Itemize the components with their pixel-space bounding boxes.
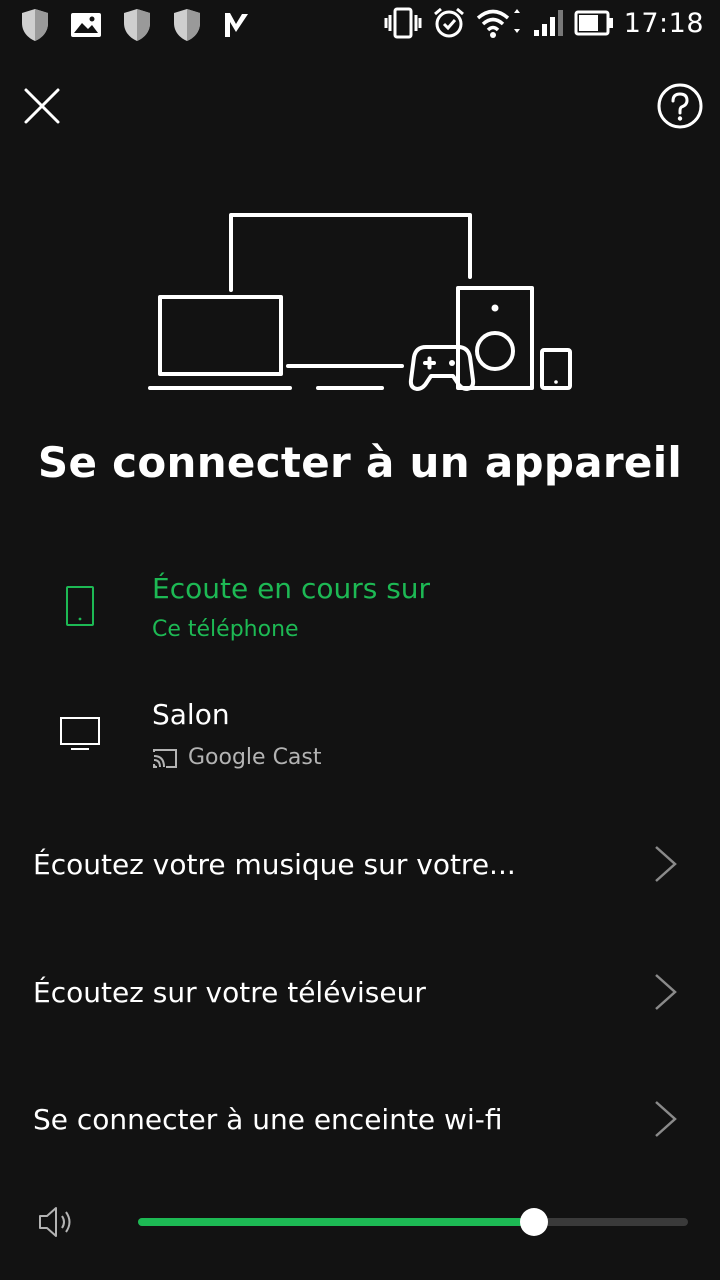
option-listen-on-device[interactable]: Écoutez votre musique sur votre...	[0, 824, 720, 904]
option-listen-on-tv[interactable]: Écoutez sur votre téléviseur	[0, 952, 720, 1032]
shield-icon	[20, 8, 50, 42]
cast-icon	[153, 748, 177, 768]
volume-fill	[138, 1218, 534, 1226]
shield-icon	[122, 8, 152, 42]
help-button[interactable]	[656, 82, 704, 130]
close-icon	[24, 88, 60, 124]
status-time: 17:18	[623, 7, 704, 39]
tv-icon	[60, 717, 100, 750]
chevron-right-icon	[655, 1101, 677, 1137]
device-title: Salon	[152, 698, 230, 731]
close-button[interactable]	[20, 84, 64, 128]
chevron-right-icon	[655, 974, 677, 1010]
battery-icon	[574, 10, 614, 36]
signal-icon	[532, 8, 564, 38]
device-row-this-phone[interactable]: Écoute en cours sur Ce téléphone	[0, 562, 720, 662]
option-label: Se connecter à une enceinte wi-fi	[33, 1103, 503, 1136]
status-bar-system: 17:18	[384, 6, 704, 40]
connect-device-screen: 17:18 Se connecter à un appareil Écoute …	[0, 0, 720, 1280]
option-label: Écoutez sur votre téléviseur	[33, 976, 426, 1009]
vibrate-icon	[384, 7, 422, 39]
device-subtitle: Google Cast	[152, 745, 322, 770]
device-row-salon[interactable]: Salon Google Cast	[0, 690, 720, 790]
chevron-right-icon	[655, 846, 677, 882]
page-title: Se connecter à un appareil	[37, 438, 683, 487]
status-bar: 17:18	[0, 0, 720, 52]
devices-illustration	[148, 213, 572, 391]
check-app-icon	[222, 10, 250, 40]
device-subtitle-text: Google Cast	[188, 745, 322, 770]
option-label: Écoutez votre musique sur votre...	[33, 848, 516, 881]
shield-icon	[172, 8, 202, 42]
device-subtitle-text: Ce téléphone	[152, 617, 299, 642]
option-connect-wifi-speaker[interactable]: Se connecter à une enceinte wi-fi	[0, 1079, 720, 1159]
phone-icon	[66, 586, 94, 626]
status-bar-notifications	[20, 8, 250, 42]
wifi-icon	[476, 7, 522, 39]
image-notification-icon	[70, 12, 102, 38]
device-subtitle: Ce téléphone	[152, 617, 299, 642]
speaker-icon[interactable]	[36, 1204, 76, 1240]
device-title: Écoute en cours sur	[152, 572, 431, 605]
volume-thumb[interactable]	[520, 1208, 548, 1236]
alarm-icon	[432, 6, 466, 40]
help-icon	[657, 83, 703, 129]
volume-slider[interactable]	[138, 1208, 688, 1236]
